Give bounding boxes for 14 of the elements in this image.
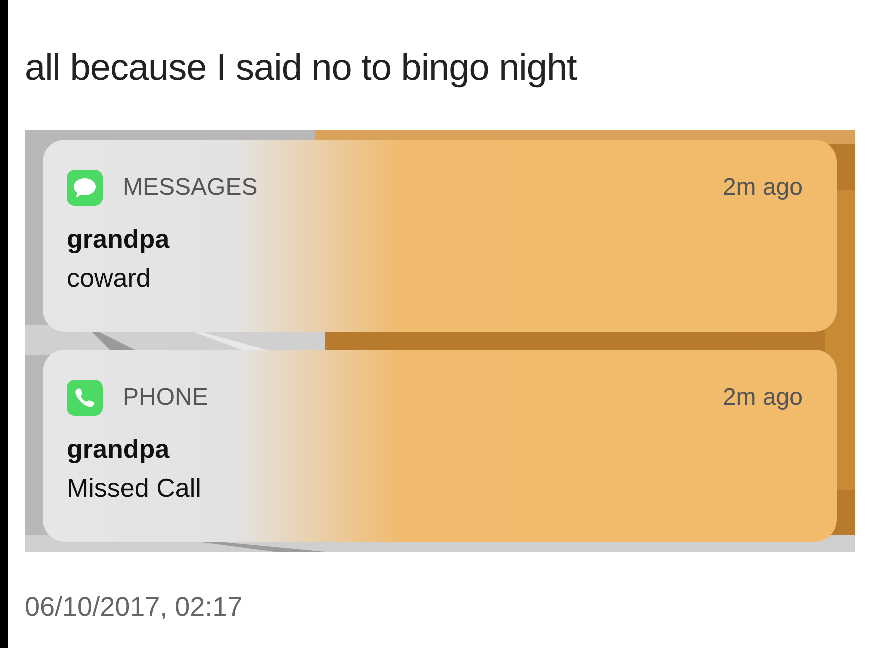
notification-card[interactable]: PHONE 2m ago grandpa Missed Call <box>43 350 837 542</box>
notification-card[interactable]: MESSAGES 2m ago grandpa coward <box>43 140 837 332</box>
message-text: Missed Call <box>67 472 202 505</box>
notification-time: 2m ago <box>722 173 803 203</box>
app-name: MESSAGES <box>123 173 259 203</box>
notification-time: 2m ago <box>722 383 803 413</box>
post-timestamp: 06/10/2017, 02:17 <box>25 591 244 624</box>
app-name: PHONE <box>123 383 210 413</box>
sender-name: grandpa <box>67 223 171 256</box>
message-text: coward <box>67 262 152 295</box>
speech-bubble-icon <box>67 170 103 206</box>
sender-name: grandpa <box>67 433 171 466</box>
phone-icon <box>67 380 103 416</box>
post-text: all because I said no to bingo night <box>25 46 578 90</box>
